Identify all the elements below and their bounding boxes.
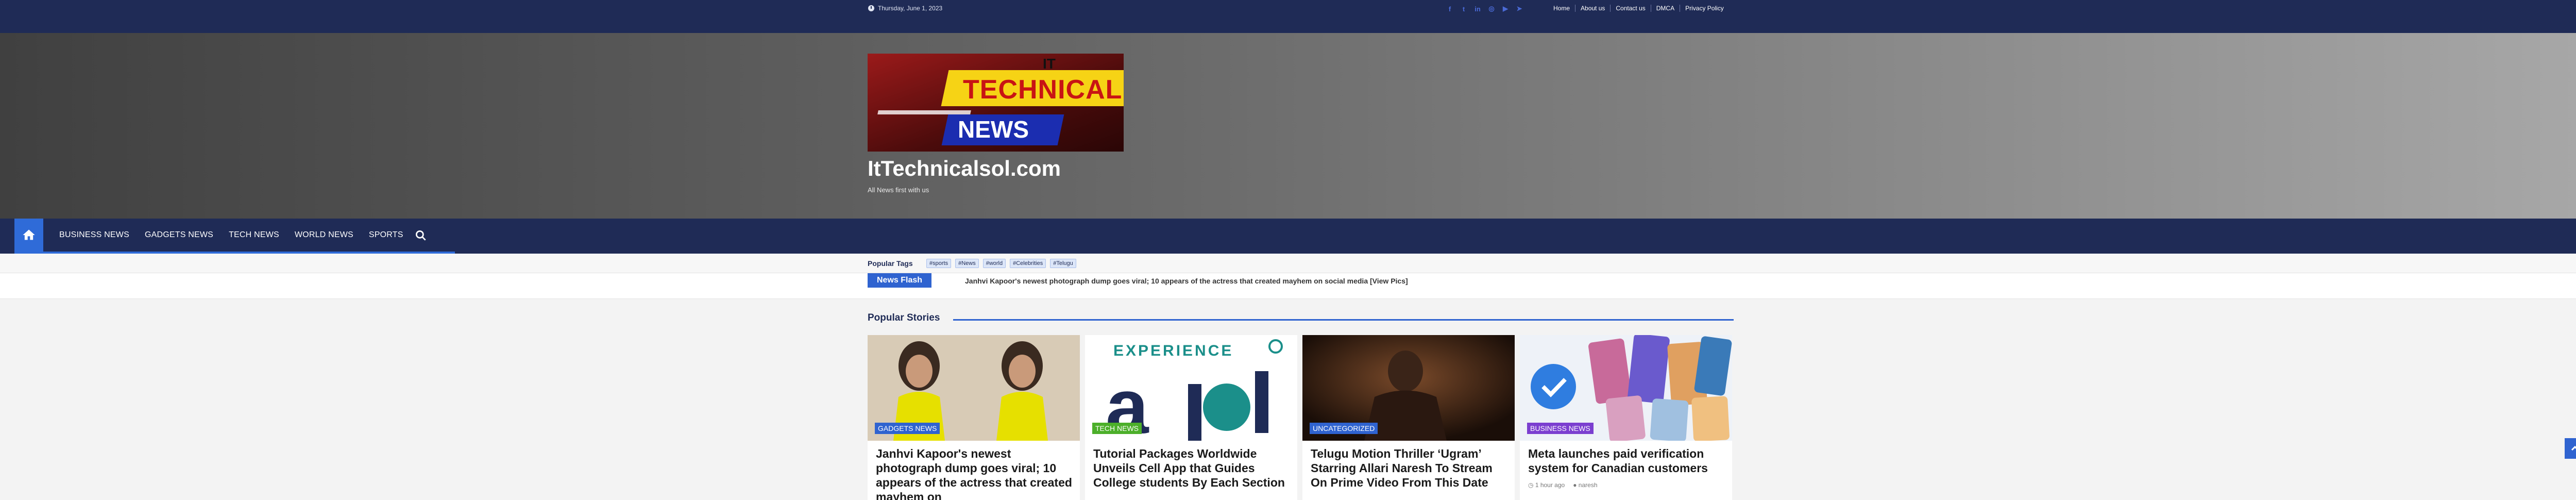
nav-item-world-news[interactable]: WORLD NEWS bbox=[287, 230, 361, 240]
story-category[interactable]: TECH NEWS bbox=[1092, 423, 1142, 434]
story-category[interactable]: GADGETS NEWS bbox=[875, 423, 940, 434]
news-flash-label: News Flash bbox=[868, 273, 931, 288]
svg-text:EXPERIENCE: EXPERIENCE bbox=[1113, 342, 1233, 359]
nav-item-business-news[interactable]: BUSINESS NEWS bbox=[52, 230, 137, 240]
popular-stories-cards: GADGETS NEWS Janhvi Kapoor's newest phot… bbox=[868, 335, 1732, 500]
story-author-text: naresh bbox=[1578, 481, 1598, 489]
story-category[interactable]: BUSINESS NEWS bbox=[1527, 423, 1594, 434]
tag-sports[interactable]: #sports bbox=[926, 259, 952, 268]
linkedin-icon[interactable]: in bbox=[1473, 5, 1482, 13]
site-logo[interactable]: IT TECHNICAL NEWS bbox=[868, 54, 1124, 152]
home-button[interactable] bbox=[14, 219, 43, 252]
top-link-contact[interactable]: Contact us bbox=[1610, 5, 1650, 12]
main-navigation: BUSINESS NEWS GADGETS NEWS TECH NEWS WOR… bbox=[0, 219, 2576, 254]
news-flash-headline[interactable]: Janhvi Kapoor's newest photograph dump g… bbox=[965, 274, 1429, 288]
search-icon[interactable] bbox=[414, 229, 428, 242]
nav-item-sports[interactable]: SPORTS bbox=[361, 230, 411, 240]
scroll-to-top-button[interactable] bbox=[2565, 438, 2576, 459]
story-card[interactable]: UNCATEGORIZED Telugu Motion Thriller ‘Ug… bbox=[1302, 335, 1515, 500]
nav-item-tech-news[interactable]: TECH NEWS bbox=[221, 230, 287, 240]
tag-world[interactable]: #world bbox=[982, 259, 1006, 268]
popular-stories-heading: Popular Stories bbox=[868, 312, 940, 323]
story-category[interactable]: UNCATEGORIZED bbox=[1310, 423, 1378, 434]
clock-icon bbox=[868, 5, 874, 11]
tag-celebrities[interactable]: #Celebrities bbox=[1010, 259, 1046, 268]
top-link-privacy[interactable]: Privacy Policy bbox=[1680, 5, 1729, 12]
story-card[interactable]: BUSINESS NEWS Meta launches paid verific… bbox=[1520, 335, 1732, 500]
tag-news[interactable]: #News bbox=[955, 259, 979, 268]
nav-items: BUSINESS NEWS GADGETS NEWS TECH NEWS WOR… bbox=[52, 219, 411, 252]
top-link-dmca[interactable]: DMCA bbox=[1650, 5, 1680, 12]
popular-tags-bar: Popular Tags #sports #News #world #Celeb… bbox=[0, 254, 2576, 273]
telegram-icon[interactable]: ➤ bbox=[1515, 5, 1523, 13]
logo-text-news: NEWS bbox=[958, 116, 1029, 143]
facebook-icon[interactable]: f bbox=[1446, 5, 1454, 13]
story-title[interactable]: Tutorial Packages Worldwide Unveils Cell… bbox=[1093, 446, 1291, 490]
date-text: Thursday, June 1, 2023 bbox=[878, 5, 943, 12]
logo-text-technical: TECHNICAL bbox=[963, 75, 1123, 105]
popular-tags-list: #sports #News #world #Celebrities #Telug… bbox=[926, 259, 1076, 268]
story-title[interactable]: Janhvi Kapoor's newest photograph dump g… bbox=[876, 446, 1074, 500]
top-links: Home About us Contact us DMCA Privacy Po… bbox=[1548, 5, 1729, 12]
popular-tags-label: Popular Tags bbox=[868, 259, 913, 268]
youtube-icon[interactable]: ▶ bbox=[1501, 5, 1510, 13]
instagram-icon[interactable]: ◎ bbox=[1487, 5, 1496, 13]
news-flash-bar: News Flash Janhvi Kapoor's newest photog… bbox=[0, 273, 2576, 299]
site-header bbox=[0, 33, 2576, 219]
site-tagline: All News first with us bbox=[868, 186, 929, 194]
story-time-text: 1 hour ago bbox=[1535, 481, 1565, 489]
story-title[interactable]: Telugu Motion Thriller ‘Ugram’ Starring … bbox=[1311, 446, 1509, 490]
story-card[interactable]: GADGETS NEWS Janhvi Kapoor's newest phot… bbox=[868, 335, 1080, 500]
top-link-about[interactable]: About us bbox=[1575, 5, 1610, 12]
social-icons: f t in ◎ ▶ ➤ bbox=[1446, 5, 1523, 13]
chevron-up-icon bbox=[2571, 445, 2576, 451]
logo-text-it: IT bbox=[1043, 56, 1056, 72]
story-meta: ◷ 1 hour ago ● naresh bbox=[1528, 481, 1598, 489]
story-time: ◷ 1 hour ago bbox=[1528, 481, 1565, 489]
section-divider bbox=[953, 319, 1734, 321]
story-card[interactable]: EXPERIENCE a TECH NEWS Tutorial Packages… bbox=[1085, 335, 1297, 500]
date-display: Thursday, June 1, 2023 bbox=[868, 5, 942, 12]
story-title[interactable]: Meta launches paid verification system f… bbox=[1528, 446, 1726, 475]
top-link-home[interactable]: Home bbox=[1548, 5, 1575, 12]
nav-item-gadgets-news[interactable]: GADGETS NEWS bbox=[137, 230, 221, 240]
story-author[interactable]: ● naresh bbox=[1573, 481, 1597, 489]
home-icon bbox=[23, 229, 35, 240]
site-title[interactable]: ItTechnicalsol.com bbox=[868, 156, 1061, 181]
twitter-icon[interactable]: t bbox=[1460, 5, 1468, 13]
tag-telugu[interactable]: #Telugu bbox=[1050, 259, 1076, 268]
top-bar: Thursday, June 1, 2023 f t in ◎ ▶ ➤ Home… bbox=[0, 0, 2576, 33]
